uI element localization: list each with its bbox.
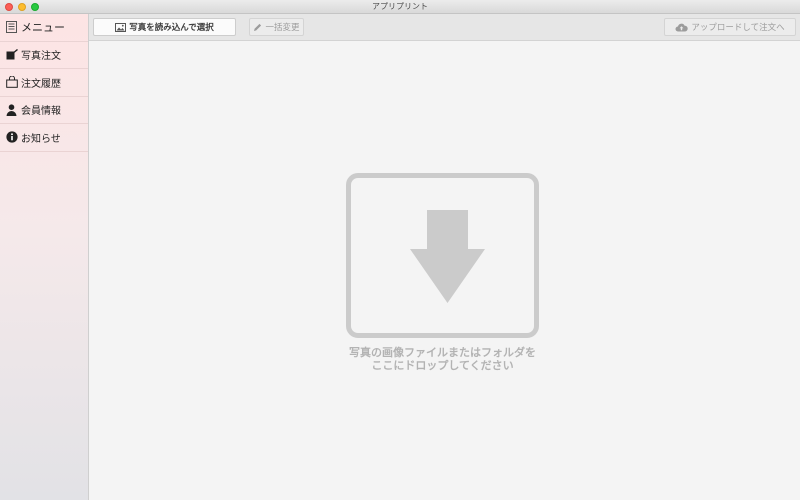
dropzone-instructions: 写真の画像ファイルまたはフォルダを ここにドロップしてください xyxy=(289,346,596,372)
dropzone[interactable] xyxy=(346,173,539,338)
list-icon xyxy=(5,21,18,34)
person-icon xyxy=(5,103,18,116)
download-arrow-icon xyxy=(410,210,485,303)
sidebar-item-photo-order[interactable]: 写真注文 xyxy=(0,42,88,69)
bulk-edit-button[interactable]: 一括変更 xyxy=(249,18,304,36)
image-icon xyxy=(115,22,127,32)
select-photos-label: 写真を読み込んで選択 xyxy=(129,23,214,33)
upload-order-button[interactable]: アップロードして注文へ xyxy=(664,18,796,36)
info-icon xyxy=(5,131,18,144)
bag-icon xyxy=(5,76,18,89)
title-bar: アプリプリント xyxy=(0,0,800,14)
sidebar-item-order-history[interactable]: 注文履歴 xyxy=(0,69,88,97)
toolbar: 写真を読み込んで選択 一括変更 アップロードして注文へ xyxy=(89,14,800,41)
dropzone-line-1: 写真の画像ファイルまたはフォルダを xyxy=(349,346,536,359)
sidebar-item-label: メニュー xyxy=(21,21,65,35)
main-content: 写真の画像ファイルまたはフォルダを ここにドロップしてください xyxy=(89,42,800,500)
sidebar-item-menu[interactable]: メニュー xyxy=(0,14,88,42)
cloud-upload-icon xyxy=(675,23,689,32)
window-title: アプリプリント xyxy=(372,2,428,11)
sidebar-item-member-info[interactable]: 会員情報 xyxy=(0,97,88,124)
sidebar-item-label: お知らせ xyxy=(21,133,61,145)
sidebar-item-news[interactable]: お知らせ xyxy=(0,124,88,152)
dropzone-line-2: ここにドロップしてください xyxy=(371,359,514,372)
sidebar-item-label: 写真注文 xyxy=(21,51,61,63)
sidebar-item-label: 会員情報 xyxy=(21,106,61,118)
pencil-icon xyxy=(253,23,262,32)
upload-order-label: アップロードして注文へ xyxy=(691,23,785,33)
select-photos-button[interactable]: 写真を読み込んで選択 xyxy=(93,18,236,36)
sidebar: メニュー 写真注文 注文履歴 会員情報 お知らせ xyxy=(0,14,89,500)
bulk-edit-label: 一括変更 xyxy=(265,23,300,33)
sidebar-item-label: 注文履歴 xyxy=(21,78,61,90)
photo-order-icon xyxy=(5,48,18,61)
